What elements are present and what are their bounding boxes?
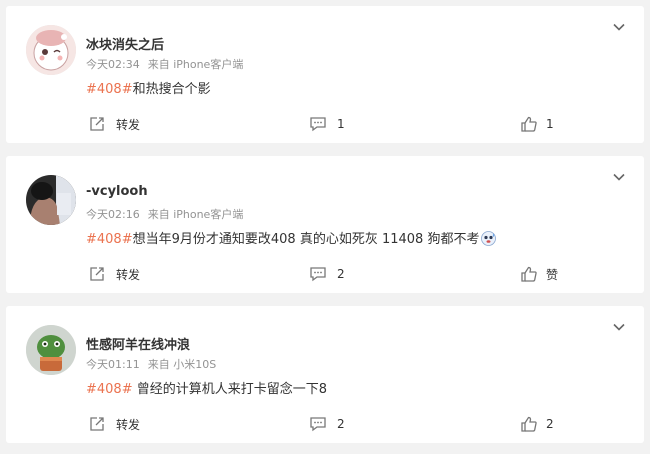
thumb-up-icon xyxy=(521,116,537,132)
comment-count: 2 xyxy=(337,417,345,431)
comment-button[interactable]: 1 xyxy=(309,114,345,134)
avatar[interactable] xyxy=(26,175,76,225)
thumb-up-icon xyxy=(521,416,537,432)
hashtag-link[interactable]: #408# xyxy=(86,82,133,97)
thumb-up-icon xyxy=(521,266,537,282)
comment-text: #408#想当年9月份才通知要改408 真的心如死灰 11408 狗都不考 xyxy=(86,228,497,247)
action-bar: 转发 2 赞 xyxy=(6,264,644,284)
comment-body: 和热搜合个影 xyxy=(132,82,211,97)
comment-feed: 冰块消失之后 今天02:34 来自 iPhone客户端 #408#和热搜合个影 转… xyxy=(0,0,650,454)
share-button[interactable]: 转发 xyxy=(88,414,140,434)
comment-text: #408# 曾经的计算机人来打卡留念一下8 xyxy=(86,378,327,397)
share-label: 转发 xyxy=(116,117,141,132)
sweat-emoji-icon xyxy=(481,231,497,246)
like-label: 赞 xyxy=(546,267,559,282)
share-icon xyxy=(90,117,104,131)
comment-card: 冰块消失之后 今天02:34 来自 iPhone客户端 #408#和热搜合个影 转… xyxy=(6,6,644,143)
like-button[interactable]: 1 xyxy=(520,114,554,134)
share-icon xyxy=(90,267,104,281)
chevron-down-icon[interactable] xyxy=(612,320,626,334)
username[interactable]: -vcylooh xyxy=(86,184,148,199)
avatar[interactable] xyxy=(26,25,76,75)
share-label: 转发 xyxy=(116,267,141,282)
action-bar: 转发 2 2 xyxy=(6,414,644,434)
comment-body: 想当年9月份才通知要改408 真的心如死灰 11408 狗都不考 xyxy=(132,232,480,247)
post-source: 来自 iPhone客户端 xyxy=(147,208,244,221)
comment-count: 1 xyxy=(337,117,345,131)
avatar-image xyxy=(26,175,76,225)
share-icon xyxy=(90,417,104,431)
comment-count: 2 xyxy=(337,267,345,281)
like-count: 2 xyxy=(546,417,554,431)
comment-icon xyxy=(310,417,326,432)
post-source: 来自 iPhone客户端 xyxy=(147,58,244,71)
like-button[interactable]: 2 xyxy=(520,414,554,434)
post-meta: 今天02:16 来自 iPhone客户端 xyxy=(86,206,243,222)
like-button[interactable]: 赞 xyxy=(520,264,558,284)
avatar[interactable] xyxy=(26,325,76,375)
username[interactable]: 冰块消失之后 xyxy=(86,34,164,53)
avatar-image xyxy=(26,25,76,75)
comment-card: 性感阿羊在线冲浪 今天01:11 来自 小米10S #408# 曾经的计算机人来打… xyxy=(6,306,644,443)
comment-icon xyxy=(310,267,326,282)
username[interactable]: 性感阿羊在线冲浪 xyxy=(86,334,190,353)
post-meta: 今天02:34 来自 iPhone客户端 xyxy=(86,56,243,72)
timestamp: 今天02:34 xyxy=(86,58,140,71)
post-source: 来自 小米10S xyxy=(147,358,217,371)
chevron-down-icon[interactable] xyxy=(612,170,626,184)
like-count: 1 xyxy=(546,117,554,131)
comment-button[interactable]: 2 xyxy=(309,414,345,434)
comment-icon xyxy=(310,117,326,132)
post-meta: 今天01:11 来自 小米10S xyxy=(86,356,216,372)
avatar-image xyxy=(26,325,76,375)
timestamp: 今天02:16 xyxy=(86,208,140,221)
comment-text: #408#和热搜合个影 xyxy=(86,78,211,97)
hashtag-link[interactable]: #408# xyxy=(86,232,133,247)
comment-body: 曾经的计算机人来打卡留念一下8 xyxy=(132,382,328,397)
hashtag-link[interactable]: #408# xyxy=(86,382,133,397)
chevron-down-icon[interactable] xyxy=(612,20,626,34)
share-button[interactable]: 转发 xyxy=(88,264,140,284)
timestamp: 今天01:11 xyxy=(86,358,140,371)
share-button[interactable]: 转发 xyxy=(88,114,140,134)
action-bar: 转发 1 1 xyxy=(6,114,644,134)
comment-button[interactable]: 2 xyxy=(309,264,345,284)
share-label: 转发 xyxy=(116,417,141,432)
comment-card: -vcylooh 今天02:16 来自 iPhone客户端 #408#想当年9月份… xyxy=(6,156,644,293)
